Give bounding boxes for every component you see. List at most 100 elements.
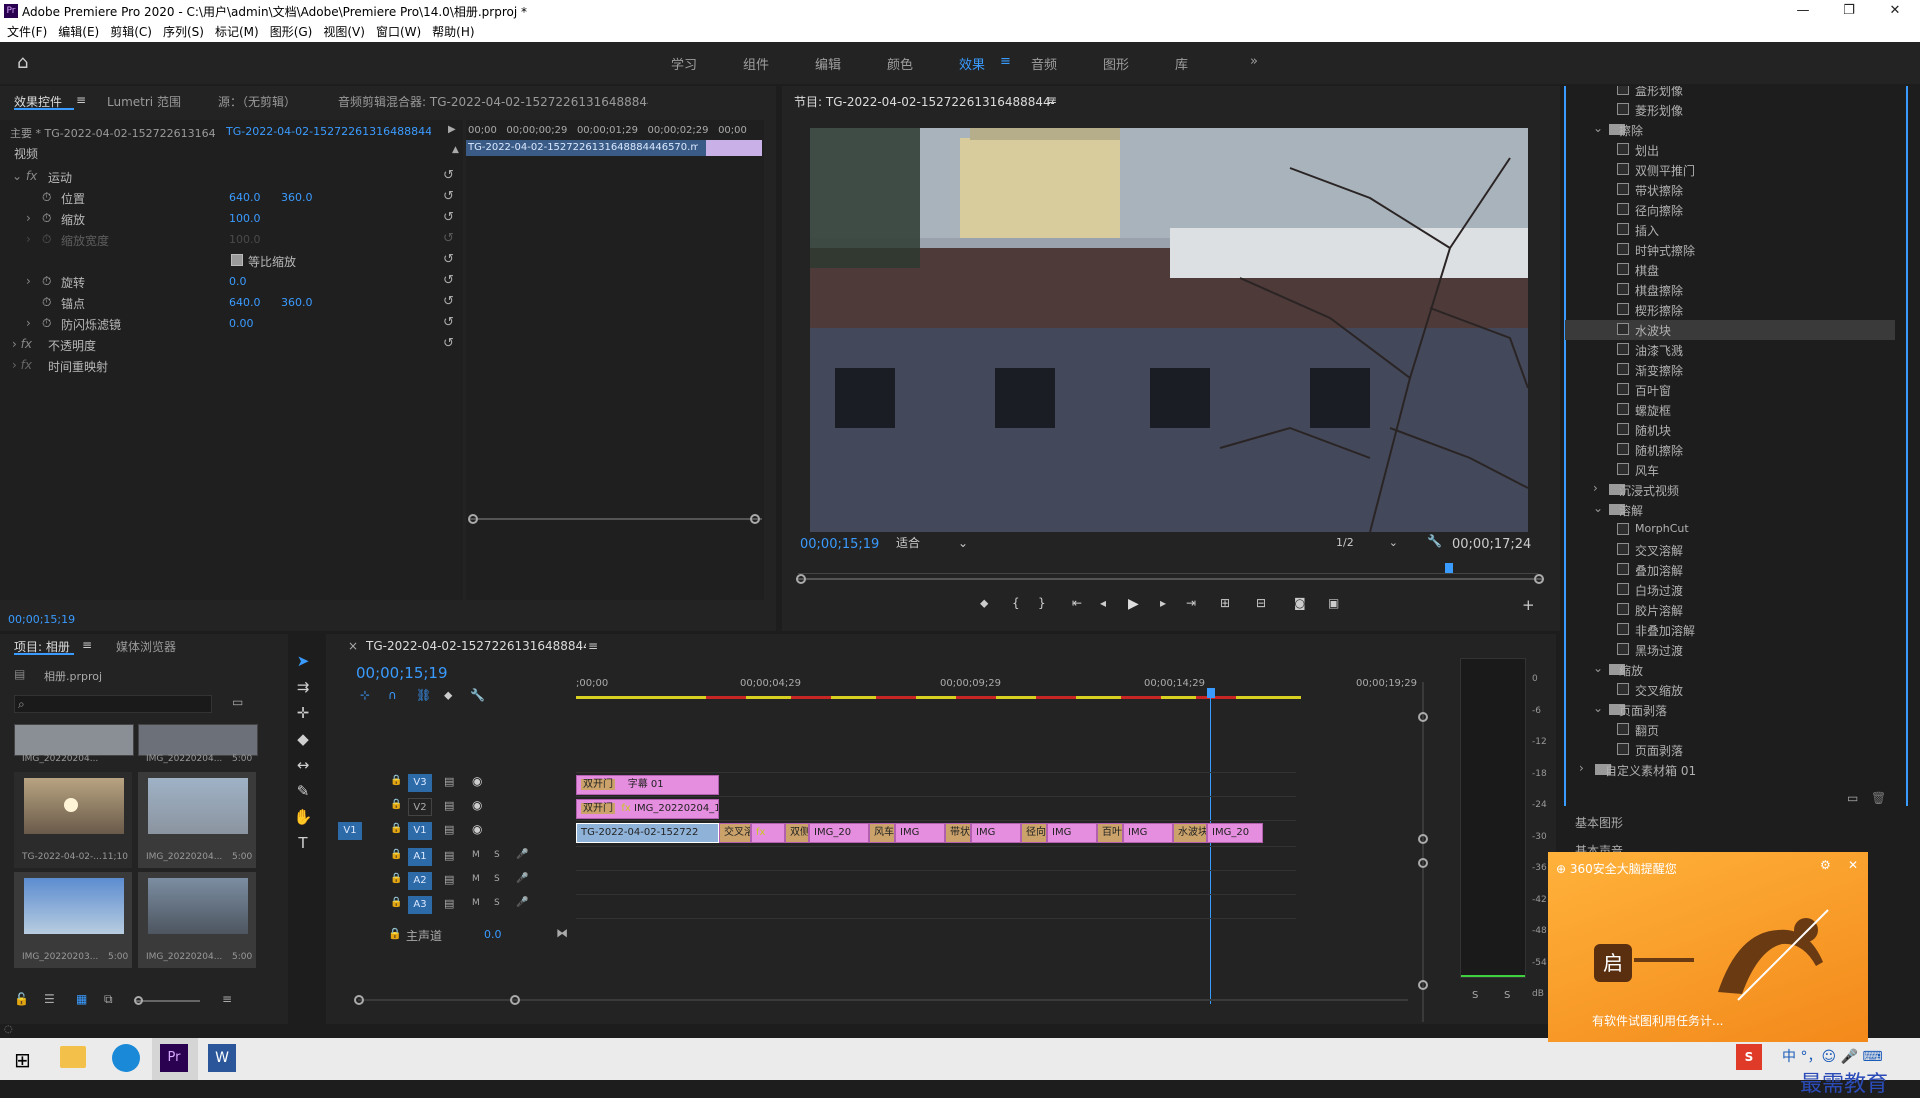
track-target-a2[interactable]: A2 — [408, 872, 432, 890]
sogou-ime-icon[interactable]: S — [1736, 1044, 1762, 1070]
chevron-down-icon[interactable]: ⌄ — [1593, 121, 1603, 135]
effects-tree-item[interactable]: 随机块 — [1565, 420, 1895, 440]
effects-tree-item[interactable]: 盒形划像 — [1565, 86, 1895, 100]
effect-row-time-remap[interactable]: › fx 时间重映射 — [0, 355, 463, 376]
effects-tree-item[interactable]: 渐变擦除 — [1565, 360, 1895, 380]
popup-settings-icon[interactable]: ⚙ — [1820, 858, 1831, 872]
panel-menu-icon[interactable]: ≡ — [76, 93, 86, 107]
popup-close-icon[interactable]: ✕ — [1848, 858, 1858, 872]
lock-icon[interactable]: 🔒 — [390, 873, 402, 884]
menu-sequence[interactable]: 序列(S) — [163, 22, 204, 42]
effect-row-scale[interactable]: › ⏱ 缩放 100.0 ↺ — [0, 208, 463, 229]
windows-start-icon[interactable]: ⊞ — [14, 1048, 31, 1072]
workspace-graphics[interactable]: 图形 — [1103, 54, 1129, 73]
clip-v1[interactable]: fx — [751, 823, 785, 843]
go-to-in-icon[interactable]: ⇤ — [1072, 596, 1082, 610]
clip-transition[interactable]: 风车 — [869, 823, 895, 843]
zoom-handle-left[interactable] — [796, 574, 806, 584]
close-button[interactable]: ✕ — [1872, 0, 1918, 22]
track-header-v1[interactable]: V1 🔒 V1 ▤ ◉ — [326, 820, 576, 842]
effects-tree-item[interactable]: 带状擦除 — [1565, 180, 1895, 200]
tab-source[interactable]: 源：（无剪辑） — [218, 93, 296, 110]
effects-tree-item[interactable]: 交叉缩放 — [1565, 680, 1895, 700]
clip-v1[interactable]: IMG_20 — [1207, 823, 1263, 843]
word-taskbar-icon[interactable]: W — [208, 1044, 236, 1072]
sort-icon[interactable]: ≡ — [222, 992, 232, 1006]
selection-tool-icon[interactable]: ➤ — [292, 650, 314, 672]
effects-tree-item[interactable]: 风车 — [1565, 460, 1895, 480]
wrench-icon[interactable]: 🔧 — [1427, 534, 1442, 548]
export-frame-camera-icon[interactable]: ◙ — [1294, 596, 1306, 610]
menu-view[interactable]: 视图(V) — [323, 22, 365, 42]
effect-row-uniform-scale[interactable]: 等比缩放 ↺ — [0, 250, 463, 271]
project-item-image[interactable]: IMG_20220203... 5:00 — [14, 872, 132, 968]
effects-folder[interactable]: ⌄ 溶解 — [1565, 500, 1895, 520]
workspace-libraries[interactable]: 库 — [1175, 54, 1188, 73]
play-triangle-icon[interactable]: ▶ — [448, 124, 456, 135]
menu-clip[interactable]: 剪辑(C) — [110, 22, 152, 42]
mute-button[interactable]: M — [472, 898, 480, 908]
add-marker-icon[interactable]: ⬥ — [980, 596, 988, 611]
comparison-view-icon[interactable]: ▣ — [1328, 596, 1339, 610]
project-search-input[interactable]: ⌕ — [14, 695, 212, 713]
program-video-frame[interactable] — [810, 128, 1528, 532]
slider-handle[interactable] — [134, 996, 143, 1005]
effect-row-motion[interactable]: ⌄ fx 运动 ↺ — [0, 166, 463, 187]
mute-button[interactable]: M — [472, 850, 480, 860]
track-header-v2[interactable]: 🔒 V2 ▤ ◉ — [326, 796, 576, 818]
clip-v2[interactable]: 双开门 fx IMG_20220204_17 — [576, 799, 719, 819]
chevron-down-icon[interactable]: ⌄ — [1593, 661, 1603, 675]
mark-in-icon[interactable]: { — [1012, 596, 1020, 610]
timeline-ruler[interactable]: ;00;00 00;00;04;29 00;00;09;29 00;00;14;… — [576, 678, 1417, 708]
tab-lumetri-scopes[interactable]: Lumetri 范围 — [107, 93, 181, 110]
timeline-timecode[interactable]: 00;00;15;19 — [356, 664, 448, 682]
effects-tree-item[interactable]: 棋盘擦除 — [1565, 280, 1895, 300]
eye-icon[interactable]: ◉ — [472, 774, 482, 788]
effects-tree-item[interactable]: 双侧平推门 — [1565, 160, 1895, 180]
mark-out-icon[interactable]: } — [1038, 596, 1046, 610]
sync-lock-icon[interactable]: ▤ — [444, 799, 454, 812]
lock-icon[interactable]: 🔒 — [390, 849, 402, 860]
effects-tree-item[interactable]: 随机擦除 — [1565, 440, 1895, 460]
sync-lock-icon[interactable]: ▤ — [444, 897, 454, 910]
effects-folder[interactable]: ⌄ 页面剥落 — [1565, 700, 1895, 720]
track-target-v3[interactable]: V3 — [408, 774, 432, 792]
step-back-icon[interactable]: ◂ — [1100, 596, 1106, 610]
effect-controls-timecode[interactable]: 00;00;15;19 — [8, 613, 75, 626]
edge-browser-icon[interactable] — [112, 1044, 140, 1072]
eye-icon[interactable]: ◉ — [472, 798, 482, 812]
effects-tree-item[interactable]: 黑场过渡 — [1565, 640, 1895, 660]
effects-tree-item[interactable]: 叠加溶解 — [1565, 560, 1895, 580]
solo-left-button[interactable]: S — [1472, 990, 1478, 1001]
pen-tool-icon[interactable]: ✎ — [292, 780, 314, 802]
clip-v1[interactable]: IMG_20 — [809, 823, 869, 843]
sync-lock-icon[interactable]: ▤ — [444, 849, 454, 862]
effects-tree-item[interactable]: 白场过渡 — [1565, 580, 1895, 600]
freeform-view-icon[interactable]: ⧉ — [104, 992, 113, 1007]
project-item-image[interactable]: IMG_20220204... 5:00 — [138, 772, 256, 868]
effects-tree-item[interactable]: 划出 — [1565, 140, 1895, 160]
clip-transition[interactable]: 百叶 — [1097, 823, 1123, 843]
effects-tree-item[interactable]: 棋盘 — [1565, 260, 1895, 280]
voiceover-icon[interactable]: 🎤 — [516, 849, 528, 860]
extract-icon[interactable]: ⊟ — [1256, 596, 1266, 610]
menu-help[interactable]: 帮助(H) — [432, 22, 474, 42]
clip-selector[interactable]: TG-2022-04-02-15272261316488844... — [226, 125, 431, 138]
panel-menu-icon[interactable]: ≡ — [82, 638, 92, 652]
minimize-button[interactable]: — — [1780, 0, 1826, 22]
effects-tree-item[interactable]: 螺旋框 — [1565, 400, 1895, 420]
tab-media-browser[interactable]: 媒体浏览器 — [116, 638, 176, 655]
resolution-dropdown[interactable]: 1/2 ⌄ — [1332, 534, 1402, 552]
sync-lock-icon[interactable]: ▤ — [444, 823, 454, 836]
clip-transition[interactable]: 带状 — [945, 823, 971, 843]
effects-tree-item[interactable]: 油漆飞溅 — [1565, 340, 1895, 360]
add-marker-icon[interactable]: ⬥ — [444, 688, 452, 703]
effects-folder[interactable]: › 自定义素材箱 01 — [1565, 760, 1895, 780]
effect-row-anchor[interactable]: ⏱ 锚点 640.0 360.0 ↺ — [0, 292, 463, 313]
workspace-learn[interactable]: 学习 — [671, 54, 697, 73]
essential-graphics-label[interactable]: 基本图形 — [1575, 814, 1623, 831]
collapse-up-icon[interactable]: ▲ — [452, 145, 459, 155]
file-explorer-icon[interactable] — [60, 1046, 86, 1068]
vscroll-handle-bottom[interactable] — [1418, 980, 1428, 990]
track-target-v1[interactable]: V1 — [408, 822, 432, 840]
